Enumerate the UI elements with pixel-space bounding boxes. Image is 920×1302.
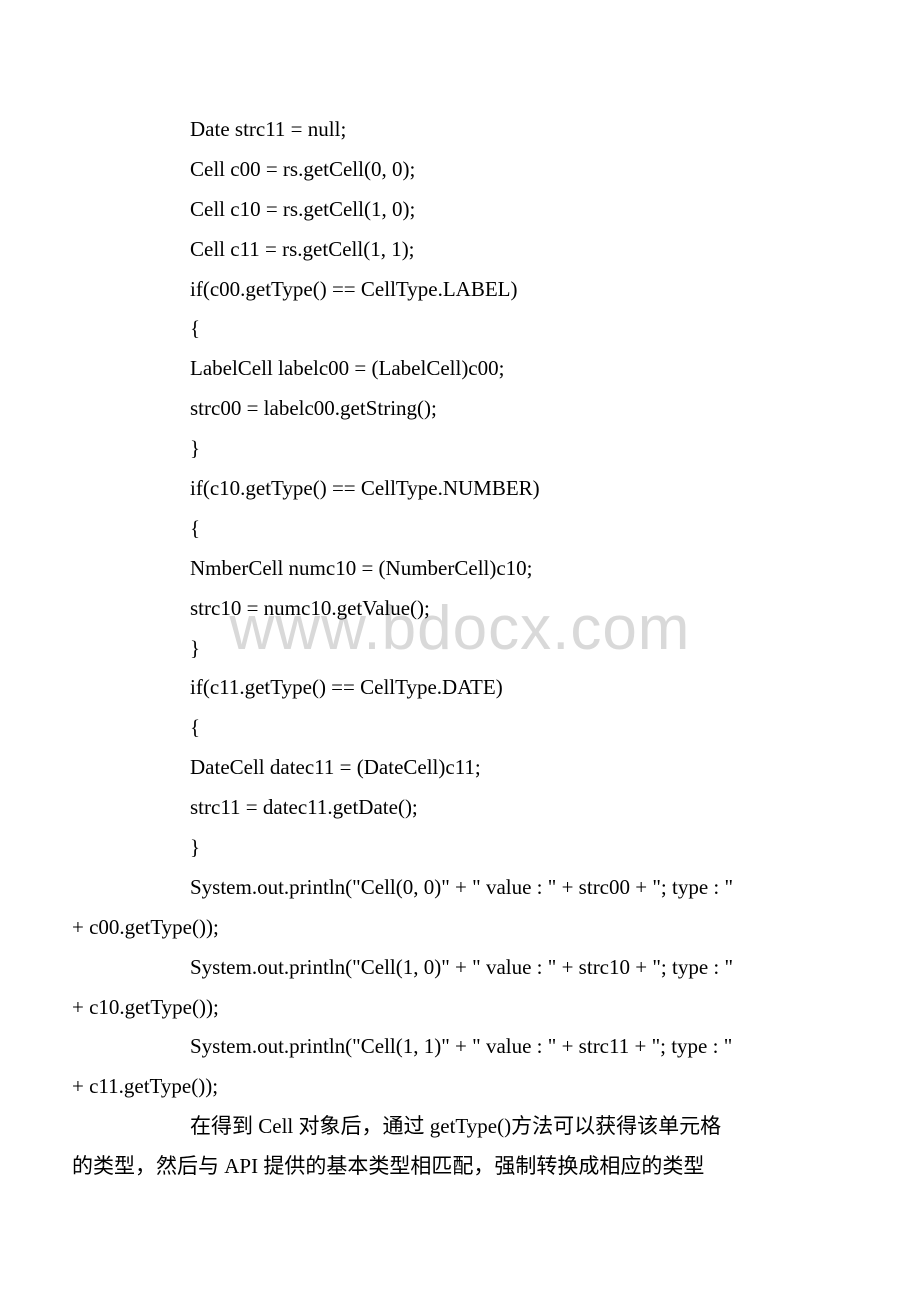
- code-line-continuation: + c00.getType());: [72, 908, 848, 948]
- prose-paragraph: 在得到 Cell 对象后，通过 getType()方法可以获得该单元格 的类型，…: [72, 1107, 848, 1187]
- code-line: {: [72, 708, 848, 748]
- code-line: System.out.println("Cell(0, 0)" + " valu…: [72, 868, 848, 908]
- code-line: if(c00.getType() == CellType.LABEL): [72, 270, 848, 310]
- code-line: Cell c10 = rs.getCell(1, 0);: [72, 190, 848, 230]
- code-line: System.out.println("Cell(1, 0)" + " valu…: [72, 948, 848, 988]
- code-line: }: [72, 429, 848, 469]
- code-line: DateCell datec11 = (DateCell)c11;: [72, 748, 848, 788]
- prose-line-continuation: 的类型，然后与 API 提供的基本类型相匹配，强制转换成相应的类型: [72, 1147, 848, 1187]
- code-line: Cell c11 = rs.getCell(1, 1);: [72, 230, 848, 270]
- code-line: {: [72, 509, 848, 549]
- code-line-continuation: + c11.getType());: [72, 1067, 848, 1107]
- code-line: }: [72, 629, 848, 669]
- code-block: System.out.println("Cell(1, 1)" + " valu…: [72, 1027, 848, 1107]
- code-line: if(c10.getType() == CellType.NUMBER): [72, 469, 848, 509]
- code-line: strc10 = numc10.getValue();: [72, 589, 848, 629]
- code-line: }: [72, 828, 848, 868]
- code-line: NmberCell numc10 = (NumberCell)c10;: [72, 549, 848, 589]
- code-line: Cell c00 = rs.getCell(0, 0);: [72, 150, 848, 190]
- code-line: Date strc11 = null;: [72, 110, 848, 150]
- code-line: strc11 = datec11.getDate();: [72, 788, 848, 828]
- code-line: if(c11.getType() == CellType.DATE): [72, 668, 848, 708]
- prose-line: 在得到 Cell 对象后，通过 getType()方法可以获得该单元格: [72, 1107, 848, 1147]
- code-line: {: [72, 309, 848, 349]
- code-line: System.out.println("Cell(1, 1)" + " valu…: [72, 1027, 848, 1067]
- code-block: System.out.println("Cell(1, 0)" + " valu…: [72, 948, 848, 1028]
- code-line-continuation: + c10.getType());: [72, 988, 848, 1028]
- code-block: System.out.println("Cell(0, 0)" + " valu…: [72, 868, 848, 948]
- code-line: LabelCell labelc00 = (LabelCell)c00;: [72, 349, 848, 389]
- code-line: strc00 = labelc00.getString();: [72, 389, 848, 429]
- document-page: Date strc11 = null; Cell c00 = rs.getCel…: [0, 0, 920, 1227]
